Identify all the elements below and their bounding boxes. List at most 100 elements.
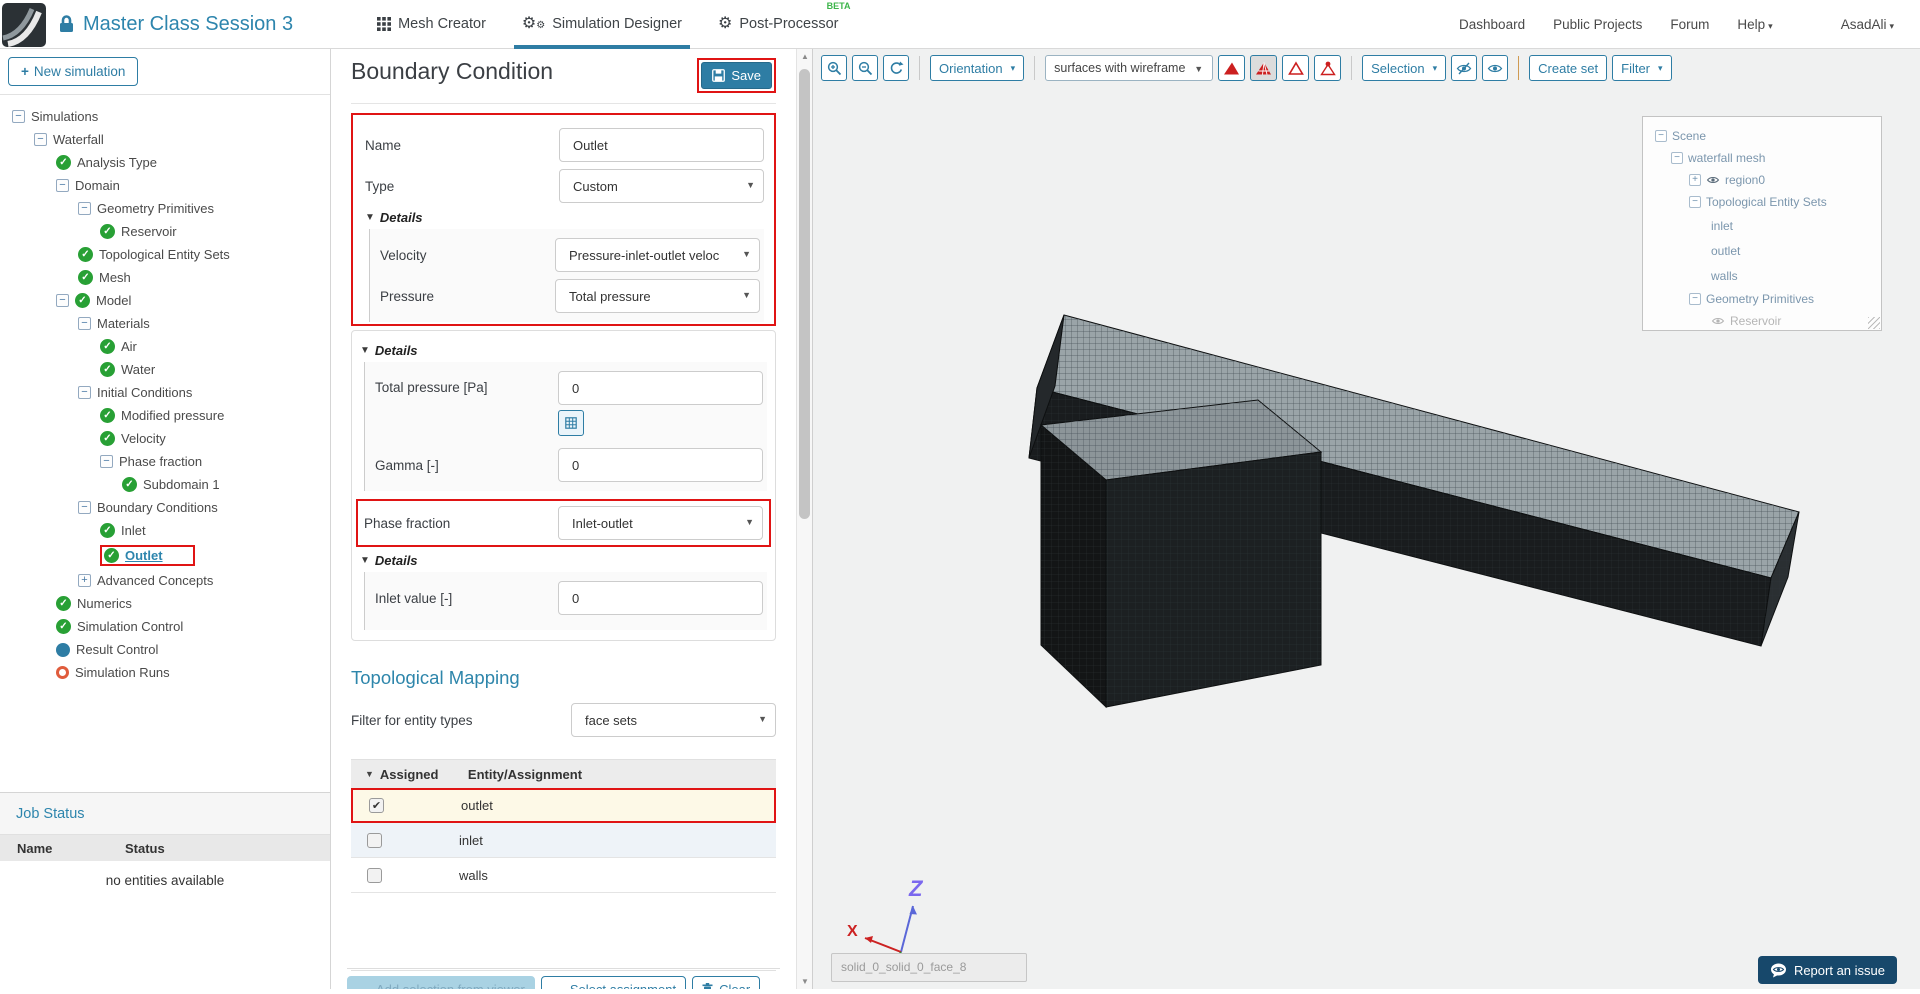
tree-item-advanced-concepts[interactable]: Advanced Concepts	[10, 569, 330, 592]
render-mode-select[interactable]: surfaces with wireframe ▼	[1045, 55, 1213, 81]
collapse-icon[interactable]	[1655, 130, 1667, 142]
tree-item-domain[interactable]: Domain	[10, 174, 330, 197]
sort-icon[interactable]: ▼	[365, 769, 374, 779]
details-toggle[interactable]: ▼ Details	[365, 210, 764, 225]
nav-help[interactable]: Help▾	[1737, 17, 1772, 32]
user-menu[interactable]: AsadAli▾	[1841, 17, 1894, 32]
table-row-outlet[interactable]: outlet	[351, 788, 776, 823]
tree-item-boundary-conditions[interactable]: Boundary Conditions	[10, 496, 330, 519]
tree-item-simulations[interactable]: Simulations	[10, 105, 330, 128]
scene-item-topological-entity-sets[interactable]: Topological Entity Sets	[1653, 191, 1881, 213]
mesh-quality-wire-button[interactable]	[1250, 55, 1277, 81]
tree-item-result-control[interactable]: Result Control	[10, 638, 330, 661]
tab-simulation-designer[interactable]: ⚙⚙ Simulation Designer	[508, 0, 696, 49]
collapse-icon[interactable]	[78, 202, 91, 215]
scene-item-waterfall-mesh[interactable]: waterfall mesh	[1653, 147, 1881, 169]
tab-post-processor[interactable]: ⚙ Post-Processor BETA	[704, 0, 852, 49]
pressure-select[interactable]: Total pressure ▼	[555, 279, 760, 313]
tree-item-modified-pressure[interactable]: Modified pressure	[10, 404, 330, 427]
table-row-inlet[interactable]: inlet	[351, 823, 776, 858]
create-set-button[interactable]: Create set	[1529, 55, 1607, 81]
orientation-dropdown[interactable]: Orientation ▾	[930, 55, 1024, 81]
collapse-icon[interactable]	[56, 294, 69, 307]
checkbox-checked[interactable]	[369, 798, 384, 813]
filter-dropdown[interactable]: Filter ▾	[1612, 55, 1671, 81]
name-input[interactable]	[559, 128, 764, 162]
mesh-quality-solid-button[interactable]	[1218, 55, 1245, 81]
hide-selected-button[interactable]	[1451, 55, 1477, 81]
panel-scrollbar[interactable]: ▲ ▼	[796, 49, 812, 989]
scene-item-region0[interactable]: region0	[1653, 169, 1881, 191]
select-assignment-button[interactable]: → Select assignment	[541, 976, 686, 989]
collapse-icon[interactable]	[34, 133, 47, 146]
details-toggle[interactable]: ▼ Details	[360, 553, 767, 568]
tree-item-reservoir[interactable]: Reservoir	[10, 220, 330, 243]
refresh-view-button[interactable]	[883, 55, 909, 81]
selection-dropdown[interactable]: Selection ▾	[1362, 55, 1446, 81]
scene-item-outlet[interactable]: outlet	[1653, 238, 1881, 263]
save-button[interactable]: Save	[701, 62, 772, 89]
tree-item-phase-fraction[interactable]: Phase fraction	[10, 450, 330, 473]
tree-item-velocity[interactable]: Velocity	[10, 427, 330, 450]
clear-button[interactable]: Clear	[692, 976, 760, 989]
collapse-icon[interactable]	[78, 317, 91, 330]
mesh-quality-outline-button[interactable]	[1282, 55, 1309, 81]
scrollbar-thumb[interactable]	[799, 69, 810, 519]
tree-item-geometry-primitives[interactable]: Geometry Primitives	[10, 197, 330, 220]
nav-dashboard[interactable]: Dashboard	[1459, 17, 1525, 32]
tree-item-analysis-type[interactable]: Analysis Type	[10, 151, 330, 174]
collapse-icon[interactable]	[1689, 196, 1701, 208]
collapse-icon[interactable]	[78, 386, 91, 399]
scene-item-inlet[interactable]: inlet	[1653, 213, 1881, 238]
mesh-quality-point-button[interactable]	[1314, 55, 1341, 81]
expand-icon[interactable]	[78, 574, 91, 587]
zoom-out-button[interactable]	[852, 55, 878, 81]
collapse-icon[interactable]	[78, 501, 91, 514]
tree-item-subdomain-1[interactable]: Subdomain 1	[10, 473, 330, 496]
scroll-down-icon[interactable]: ▼	[797, 977, 813, 986]
collapse-icon[interactable]	[56, 179, 69, 192]
scene-item-walls[interactable]: walls	[1653, 263, 1881, 288]
filter-entity-types-select[interactable]: face sets ▼	[571, 703, 776, 737]
tree-item-numerics[interactable]: Numerics	[10, 592, 330, 615]
collapse-icon[interactable]	[12, 110, 25, 123]
eye-icon[interactable]	[1706, 175, 1720, 185]
scene-item-reservoir[interactable]: Reservoir	[1653, 310, 1881, 331]
checkbox[interactable]	[367, 833, 382, 848]
collapse-icon[interactable]	[1671, 152, 1683, 164]
table-input-button[interactable]	[558, 410, 584, 436]
show-selected-button[interactable]	[1482, 55, 1508, 81]
scroll-up-icon[interactable]: ▲	[797, 52, 813, 61]
nav-public-projects[interactable]: Public Projects	[1553, 17, 1642, 32]
total-pressure-input[interactable]	[558, 371, 763, 405]
tree-item-water[interactable]: Water	[10, 358, 330, 381]
phase-fraction-select[interactable]: Inlet-outlet ▼	[558, 506, 763, 540]
tree-item-air[interactable]: Air	[10, 335, 330, 358]
expand-icon[interactable]	[1689, 174, 1701, 186]
table-row-walls[interactable]: walls	[351, 858, 776, 893]
tree-item-waterfall[interactable]: Waterfall	[10, 128, 330, 151]
tree-item-model[interactable]: Model	[10, 289, 330, 312]
inlet-value-input[interactable]	[558, 581, 763, 615]
new-simulation-button[interactable]: + New simulation	[8, 57, 138, 86]
tree-item-outlet-link[interactable]: Outlet	[125, 548, 163, 563]
resize-handle[interactable]	[1868, 317, 1880, 329]
zoom-in-button[interactable]	[821, 55, 847, 81]
nav-forum[interactable]: Forum	[1670, 17, 1709, 32]
tree-item-simulation-runs[interactable]: Simulation Runs	[10, 661, 330, 684]
velocity-select[interactable]: Pressure-inlet-outlet veloc ▼	[555, 238, 760, 272]
tree-item-simulation-control[interactable]: Simulation Control	[10, 615, 330, 638]
checkbox[interactable]	[367, 868, 382, 883]
tree-item-initial-conditions[interactable]: Initial Conditions	[10, 381, 330, 404]
add-selection-from-viewer-button[interactable]: ← Add selection from viewer	[347, 976, 535, 989]
collapse-icon[interactable]	[100, 455, 113, 468]
details-toggle[interactable]: ▼ Details	[360, 343, 767, 358]
tree-item-materials[interactable]: Materials	[10, 312, 330, 335]
gamma-input[interactable]	[558, 448, 763, 482]
scene-item-scene[interactable]: Scene	[1653, 125, 1881, 147]
eye-icon[interactable]	[1711, 316, 1725, 326]
type-select[interactable]: Custom ▼	[559, 169, 764, 203]
tree-item-outlet[interactable]: Outlet	[10, 542, 330, 569]
tab-mesh-creator[interactable]: Mesh Creator	[363, 0, 500, 49]
report-an-issue-button[interactable]: Report an issue	[1758, 956, 1897, 984]
